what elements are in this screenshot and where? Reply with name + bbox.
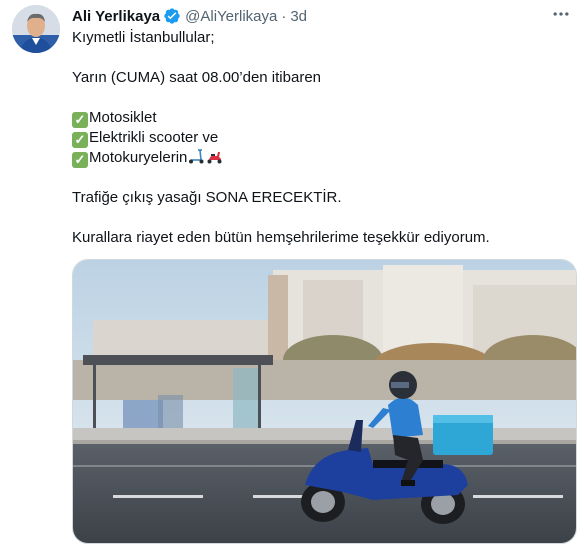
tweet-header: Ali Yerlikaya @AliYerlikaya · 3d [72, 6, 307, 26]
avatar[interactable] [12, 5, 60, 53]
tweet-line-thanks: Kurallara riayet eden bütün hemşehrileri… [72, 229, 490, 246]
motor-scooter-icon [206, 149, 223, 164]
author-name[interactable]: Ali Yerlikaya [72, 8, 160, 25]
checklist-label: Motokuryelerin [89, 149, 188, 166]
tweet[interactable]: Ali Yerlikaya @AliYerlikaya · 3d Kıymetl… [0, 0, 585, 548]
tweet-line-time: Yarın (CUMA) saat 08.00’den itibaren [72, 69, 322, 86]
checklist-item: ✓ Motosiklet [72, 108, 572, 128]
checklist-item: ✓ Motokuryelerin [72, 148, 572, 168]
more-icon[interactable] [549, 4, 573, 24]
tweet-line-announcement: Trafiğe çıkış yasağı SONA ERECEKTİR. [72, 189, 342, 206]
verified-badge-icon [163, 7, 181, 25]
author-handle[interactable]: @AliYerlikaya [185, 8, 277, 25]
tweet-text: Kıymetli İstanbullular; Yarın (CUMA) saa… [72, 28, 572, 248]
checklist-label: Motosiklet [89, 109, 157, 126]
tweet-line-greeting: Kıymetli İstanbullular; [72, 29, 215, 46]
tweet-media-photo[interactable] [72, 259, 577, 544]
check-mark-button-icon: ✓ [72, 152, 88, 168]
check-mark-button-icon: ✓ [72, 132, 88, 148]
kick-scooter-icon [188, 149, 205, 164]
checklist-item: ✓ Elektrikli scooter ve [72, 128, 572, 148]
check-mark-button-icon: ✓ [72, 112, 88, 128]
checklist-label: Elektrikli scooter ve [89, 129, 219, 146]
tweet-timestamp[interactable]: 3d [290, 8, 307, 25]
separator-dot: · [281, 7, 287, 25]
